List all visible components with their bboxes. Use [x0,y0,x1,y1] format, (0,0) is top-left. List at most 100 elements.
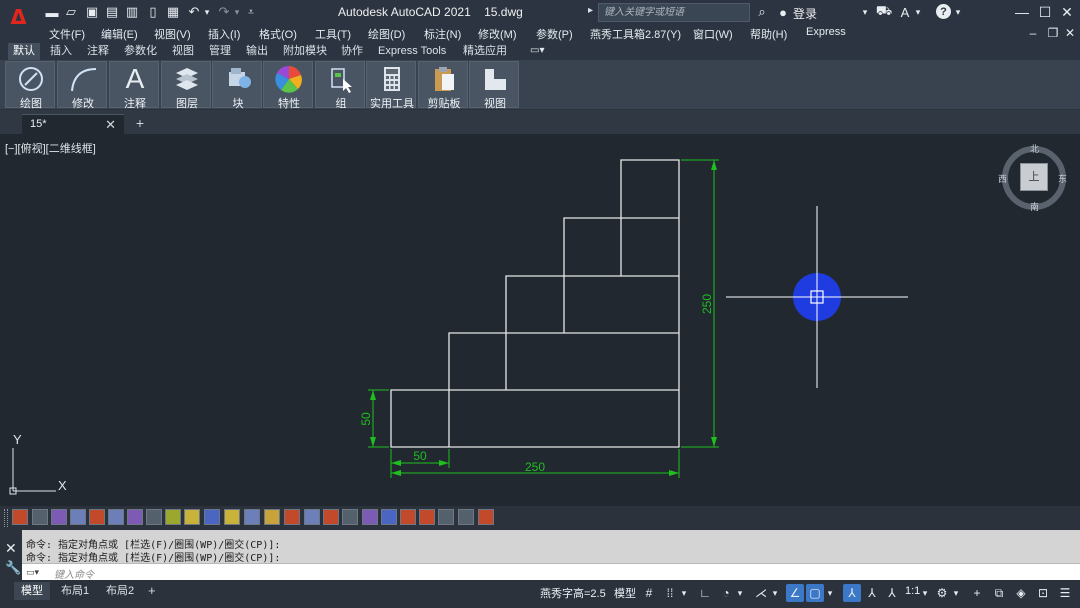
panel-clipboard[interactable]: 剪贴板 [418,61,468,110]
customize-qat-icon[interactable]: ⩡ [245,4,257,20]
redo-dropdown-icon[interactable]: ▾ [232,4,242,20]
hatch-tool-icon[interactable] [362,509,378,525]
hatch-tool-icon[interactable] [32,509,48,525]
search-icon[interactable]: ⌕ [754,4,770,20]
hatch-tool-icon[interactable] [70,509,86,525]
login-button[interactable]: 登录 [793,5,817,22]
panel-block[interactable]: 块 [212,61,262,110]
hatch-tool-icon[interactable] [165,509,181,525]
help-icon[interactable]: ? [936,4,951,19]
hatch-tool-icon[interactable] [204,509,220,525]
menu-window[interactable]: 窗口(W) [693,26,733,42]
hatch-tool-icon[interactable] [224,509,240,525]
save-as-icon[interactable]: ▤ [104,4,120,20]
tab-addins[interactable]: 附加模块 [278,43,332,60]
layout-tab-2[interactable]: 布局2 [99,582,141,600]
undo-icon[interactable]: ↶ [186,4,202,20]
viewcube[interactable]: 上 北 南 西 东 [998,144,1067,212]
close-command-icon[interactable]: ✕ [5,540,17,557]
object-snap-dropdown-icon[interactable]: ▾ [825,584,835,602]
hatch-tool-icon[interactable] [108,509,124,525]
menu-file[interactable]: 文件(F) [49,26,85,42]
tab-manage[interactable]: 管理 [204,43,236,60]
clean-screen-icon[interactable]: ⊡ [1034,584,1052,602]
hatch-tool-icon[interactable] [184,509,200,525]
panel-properties[interactable]: 特性 [263,61,313,110]
maximize-button[interactable]: ☐ [1035,2,1055,22]
menu-view[interactable]: 视图(V) [154,26,191,42]
hatch-tool-icon[interactable] [146,509,162,525]
object-snap-tracking-icon[interactable]: ∠ [786,584,804,602]
help-dropdown-icon[interactable]: ▾ [953,4,963,20]
command-prompt-icon[interactable]: ▭▾ [26,567,46,578]
hatch-tool-icon[interactable] [342,509,358,525]
plot-preview-icon[interactable]: ▯ [145,4,161,20]
viewcube-top-face[interactable]: 上 [1020,163,1048,191]
panel-modify[interactable]: 修改 [57,61,107,110]
hatch-tool-icon[interactable] [89,509,105,525]
tab-annotate[interactable]: 注释 [82,43,114,60]
app-dropdown-icon[interactable]: ▾ [913,4,923,20]
panel-group[interactable]: 组 [315,61,365,110]
drawing-canvas[interactable]: [−][俯视][二维线框] 250 50 50 250 Y X 上 北 南 西 … [0,134,1080,506]
tab-insert[interactable]: 插入 [45,43,77,60]
add-layout-icon[interactable]: + [148,583,156,598]
tab-parametric[interactable]: 参数化 [119,43,162,60]
annotation-scale-value[interactable]: 1:1 [905,585,920,597]
hatch-tool-icon[interactable] [264,509,280,525]
menu-help[interactable]: 帮助(H) [750,26,787,42]
close-tab-icon[interactable]: ✕ [105,117,116,133]
print-icon[interactable]: ▦ [165,4,181,20]
menu-edit[interactable]: 编辑(E) [101,26,138,42]
grid-icon[interactable]: # [640,584,658,602]
scale-dropdown-icon[interactable]: ▾ [920,584,930,602]
tab-collaborate[interactable]: 协作 [336,43,368,60]
object-snap-icon[interactable]: ▢ [806,584,824,602]
menu-express[interactable]: Express [806,26,846,38]
file-tab[interactable]: 15* ✕ [22,114,124,134]
menu-tools[interactable]: 工具(T) [315,26,351,42]
tab-featured-apps[interactable]: 精选应用 [458,43,512,60]
isolate-objects-icon[interactable]: ◈ [1012,584,1030,602]
new-file-icon[interactable]: ▬ [44,4,60,20]
polar-dropdown-icon[interactable]: ▾ [735,584,745,602]
compass-west[interactable]: 西 [998,172,1007,185]
panel-annotate[interactable]: A 注释 [109,61,159,110]
toolbar-grip[interactable] [4,509,8,527]
ortho-icon[interactable]: ∟ [696,584,714,602]
layout-tab-1[interactable]: 布局1 [54,582,96,600]
cart-icon[interactable]: ⛟ [876,3,892,20]
hatch-tool-icon[interactable] [458,509,474,525]
layout-tab-model[interactable]: 模型 [14,582,50,600]
compass-east[interactable]: 东 [1058,172,1067,185]
tab-home[interactable]: 默认 [8,43,40,60]
panel-utilities[interactable]: 实用工具 [366,61,416,110]
hatch-tool-icon[interactable] [304,509,320,525]
login-dropdown-icon[interactable]: ▾ [860,4,870,20]
hatch-tool-icon[interactable] [127,509,143,525]
panel-layers[interactable]: 图层 [161,61,211,110]
polar-icon[interactable]: ◔ [717,584,735,602]
workspace-gear-icon[interactable]: ⚙ [933,584,951,602]
tab-view[interactable]: 视图 [167,43,199,60]
search-expand-icon[interactable]: ▸ [588,5,593,16]
autodesk-app-icon[interactable]: A [897,4,913,20]
snap-icon[interactable]: ⁞⁞ [661,584,679,602]
units-plus-icon[interactable]: + [968,584,986,602]
doc-close-button[interactable]: ✕ [1063,25,1077,40]
hatch-tool-icon[interactable] [244,509,260,525]
workspace-dropdown-icon[interactable]: ▾ [951,584,961,602]
text-height-status[interactable]: 燕秀字高=2.5 [540,585,606,601]
save-icon[interactable]: ▣ [84,4,100,20]
wrench-icon[interactable]: 🔧 [5,560,21,576]
doc-minimize-button[interactable]: – [1026,25,1040,40]
model-space-button[interactable]: 模型 [614,585,636,601]
tab-output[interactable]: 输出 [241,43,273,60]
undo-dropdown-icon[interactable]: ▾ [202,4,212,20]
hatch-tool-icon[interactable] [478,509,494,525]
new-tab-button[interactable]: + [130,115,150,132]
annotation-scale-icon[interactable]: ⅄ [883,584,901,602]
menu-yanxiu-tools[interactable]: 燕秀工具箱2.87(Y) [590,26,681,42]
menu-insert[interactable]: 插入(I) [208,26,240,42]
ribbon-minimize-icon[interactable]: ▭▾ [530,45,552,58]
